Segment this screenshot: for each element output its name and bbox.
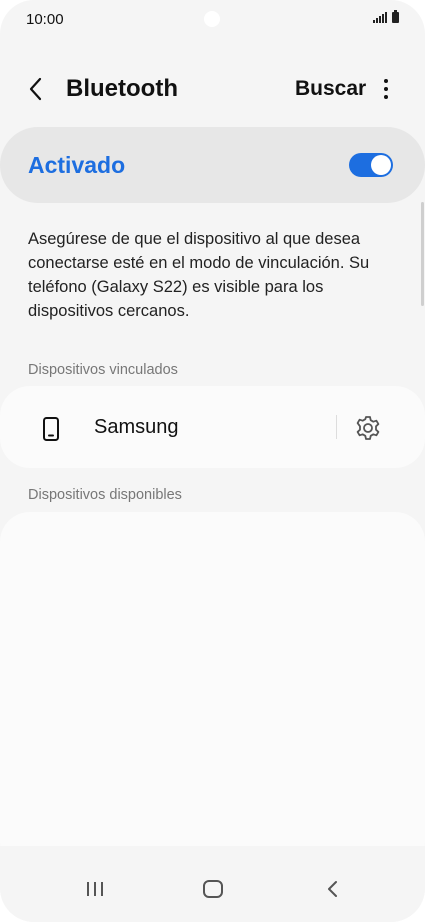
paired-devices-card: Samsung — [0, 386, 425, 468]
back-button[interactable] — [24, 74, 52, 104]
available-devices-header: Dispositivos disponibles — [28, 487, 182, 503]
phone-screen: 10:00 Bluetooth Buscar Activado Asegúres… — [0, 0, 425, 922]
paired-device-row[interactable]: Samsung — [0, 386, 425, 468]
paired-devices-header: Dispositivos vinculados — [28, 362, 178, 378]
navigation-bar — [0, 846, 425, 922]
master-switch-label: Activado — [28, 152, 126, 178]
back-icon — [328, 881, 337, 897]
home-icon — [203, 880, 223, 898]
more-vertical-icon — [384, 79, 388, 99]
status-bar: 10:00 — [0, 0, 425, 40]
recent-apps-icon — [87, 882, 103, 896]
recent-apps-button[interactable] — [85, 879, 105, 904]
status-time: 10:00 — [26, 11, 64, 28]
chevron-left-icon — [29, 77, 42, 101]
bluetooth-master-switch-row[interactable]: Activado — [0, 127, 425, 203]
scroll-indicator — [421, 202, 424, 306]
phone-icon — [43, 417, 59, 441]
battery-icon — [392, 10, 399, 23]
more-options-button[interactable] — [378, 76, 394, 102]
toggle-knob — [371, 155, 391, 175]
scan-button[interactable]: Buscar — [295, 77, 366, 101]
device-settings-button[interactable] — [354, 414, 382, 442]
gear-icon — [356, 416, 380, 440]
visibility-description: Asegúrese de que el dispositivo al que d… — [28, 230, 370, 320]
signal-icon — [373, 12, 387, 23]
device-name: Samsung — [94, 416, 179, 438]
page-title: Bluetooth — [66, 75, 178, 102]
available-devices-card — [0, 512, 425, 872]
nav-back-button[interactable] — [324, 879, 342, 904]
status-icons — [373, 10, 399, 23]
bluetooth-toggle[interactable] — [349, 153, 393, 177]
divider — [336, 415, 337, 439]
app-bar: Bluetooth Buscar — [0, 60, 425, 118]
front-camera — [204, 11, 220, 27]
home-button[interactable] — [202, 879, 224, 904]
